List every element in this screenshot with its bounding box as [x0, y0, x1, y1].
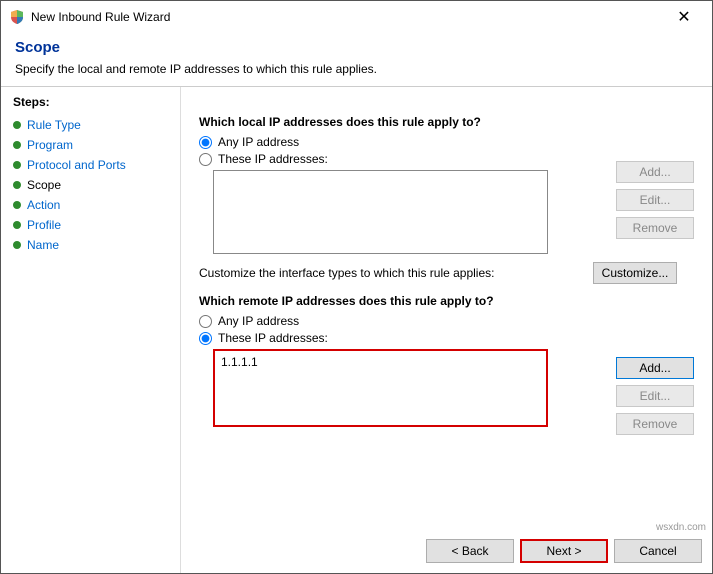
remote-these-radio[interactable] [199, 332, 212, 345]
step-name[interactable]: Name [13, 235, 168, 255]
firewall-shield-icon [9, 9, 25, 25]
steps-panel: Steps: Rule Type Program Protocol and Po… [1, 87, 181, 573]
step-protocol-ports[interactable]: Protocol and Ports [13, 155, 168, 175]
remote-ip-listbox[interactable]: 1.1.1.1 [213, 349, 548, 427]
bullet-icon [13, 121, 21, 129]
remote-edit-button: Edit... [616, 385, 694, 407]
local-any-radio[interactable] [199, 136, 212, 149]
titlebar: New Inbound Rule Wizard ✕ [1, 1, 712, 33]
bullet-icon [13, 161, 21, 169]
step-rule-type[interactable]: Rule Type [13, 115, 168, 135]
step-profile[interactable]: Profile [13, 215, 168, 235]
remote-add-button[interactable]: Add... [616, 357, 694, 379]
step-program[interactable]: Program [13, 135, 168, 155]
bullet-icon [13, 141, 21, 149]
bullet-icon [13, 241, 21, 249]
remote-ip-buttons: Add... Edit... Remove [616, 357, 694, 435]
local-any-label: Any IP address [218, 135, 299, 149]
remote-any-radio-row[interactable]: Any IP address [199, 314, 694, 328]
next-button[interactable]: Next > [520, 539, 608, 563]
local-question: Which local IP addresses does this rule … [199, 115, 694, 129]
local-ip-buttons: Add... Edit... Remove [616, 161, 694, 239]
wizard-window: New Inbound Rule Wizard ✕ Scope Specify … [0, 0, 713, 574]
wizard-header: Scope Specify the local and remote IP ad… [1, 33, 712, 86]
customize-label: Customize the interface types to which t… [199, 266, 494, 280]
local-ip-listbox[interactable] [213, 170, 548, 254]
local-any-radio-row[interactable]: Any IP address [199, 135, 694, 149]
back-button[interactable]: < Back [426, 539, 514, 563]
watermark: wsxdn.com [656, 522, 706, 533]
local-edit-button: Edit... [616, 189, 694, 211]
remote-remove-button: Remove [616, 413, 694, 435]
cancel-button[interactable]: Cancel [614, 539, 702, 563]
customize-row: Customize the interface types to which t… [199, 262, 677, 284]
local-these-radio[interactable] [199, 153, 212, 166]
window-title: New Inbound Rule Wizard [31, 10, 664, 24]
remote-ip-entry[interactable]: 1.1.1.1 [221, 355, 540, 369]
remote-question: Which remote IP addresses does this rule… [199, 294, 694, 308]
step-scope[interactable]: Scope [13, 175, 168, 195]
wizard-footer: < Back Next > Cancel [426, 539, 702, 563]
remote-any-radio[interactable] [199, 315, 212, 328]
page-title: Scope [15, 39, 698, 56]
local-remove-button: Remove [616, 217, 694, 239]
steps-label: Steps: [13, 95, 168, 109]
bullet-icon [13, 221, 21, 229]
bullet-icon [13, 181, 21, 189]
page-subtitle: Specify the local and remote IP addresse… [15, 62, 698, 76]
remote-these-radio-row[interactable]: These IP addresses: [199, 331, 694, 345]
local-these-label: These IP addresses: [218, 152, 328, 166]
remote-any-label: Any IP address [218, 314, 299, 328]
close-icon[interactable]: ✕ [664, 7, 704, 27]
step-action[interactable]: Action [13, 195, 168, 215]
main-panel: Which local IP addresses does this rule … [181, 87, 712, 573]
customize-button[interactable]: Customize... [593, 262, 677, 284]
local-add-button: Add... [616, 161, 694, 183]
wizard-body: Steps: Rule Type Program Protocol and Po… [1, 87, 712, 573]
remote-these-label: These IP addresses: [218, 331, 328, 345]
bullet-icon [13, 201, 21, 209]
